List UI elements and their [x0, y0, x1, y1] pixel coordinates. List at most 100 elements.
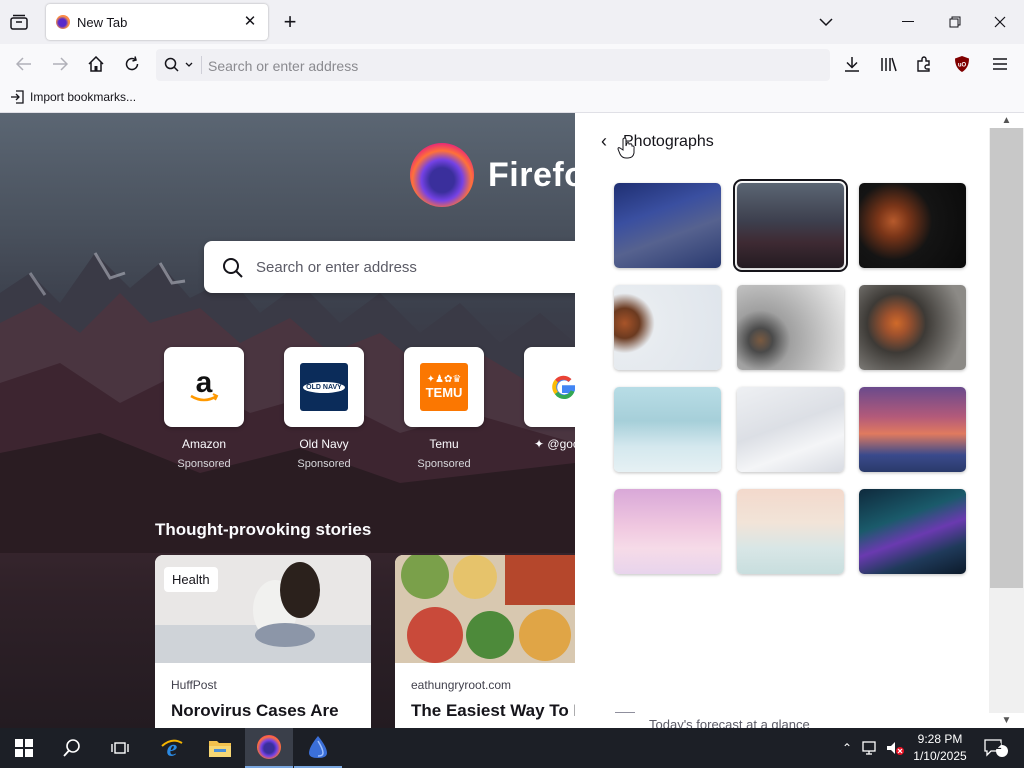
top-site-google[interactable]: ✦ @goo [524, 347, 575, 451]
extensions-puzzle-icon[interactable] [914, 54, 934, 74]
library-icon[interactable] [878, 54, 898, 74]
story-image [395, 555, 575, 663]
new-tab-plus-icon[interactable]: + [280, 9, 300, 34]
wallpaper-side-panel: ‹ Photographs Today's forecast at a glan… [575, 113, 989, 732]
back-chevron-icon[interactable]: ‹ [601, 131, 607, 152]
search-icon [223, 258, 243, 278]
address-bar[interactable]: Search or enter address [156, 49, 830, 81]
svg-text:e: e [167, 736, 178, 760]
tab-overview-icon[interactable] [8, 12, 30, 32]
new-tab-page: Firefox Search or enter address a Amazon… [0, 113, 575, 728]
taskbar-search-icon[interactable] [48, 728, 96, 768]
home-icon[interactable] [86, 54, 106, 74]
edge-browser-icon[interactable]: e [148, 728, 196, 768]
wallpaper-photo-10[interactable] [614, 489, 721, 574]
newtab-search-box[interactable]: Search or enter address [204, 241, 575, 293]
app-taskbar-icon[interactable] [294, 728, 342, 768]
downloads-icon[interactable] [842, 54, 862, 74]
import-bookmarks-button[interactable]: Import bookmarks... [10, 90, 136, 104]
show-hidden-icons-chevron-icon[interactable]: ⌃ [838, 728, 856, 768]
tab-bar: New Tab ✕ + [0, 0, 1024, 44]
maximize-icon[interactable] [945, 12, 965, 32]
old-navy-logo-icon: OLD NAVY [284, 347, 364, 427]
list-all-tabs-chevron-icon[interactable] [816, 12, 836, 32]
network-icon[interactable] [860, 728, 882, 768]
start-windows-icon[interactable] [0, 728, 48, 768]
tab-new-tab[interactable]: New Tab ✕ [46, 4, 268, 40]
tile-sponsored: Sponsored [297, 458, 351, 470]
firefox-logo: Firefox [410, 143, 575, 207]
temu-logo-icon: ✦♟✿♛ TEMU [404, 347, 484, 427]
tile-sponsored: Sponsored [177, 458, 231, 470]
tile-name: ✦ @goo [524, 437, 575, 451]
story-headline: Norovirus Cases Are [171, 701, 339, 720]
tile-name: Temu [429, 437, 459, 451]
wallpaper-photo-8[interactable] [737, 387, 844, 472]
firefox-favicon-icon [56, 15, 70, 29]
top-site-old-navy[interactable]: OLD NAVY Old Navy Sponsored [284, 347, 364, 470]
bookmarks-toolbar: Import bookmarks... [0, 84, 1024, 113]
wallpaper-photo-4[interactable] [614, 285, 721, 370]
clock-date: 1/10/2025 [913, 749, 967, 763]
forward-arrow-icon[interactable] [50, 54, 70, 74]
file-explorer-icon[interactable] [196, 728, 244, 768]
firefox-wordmark: Firefox [488, 155, 575, 194]
scroll-down-arrow-icon[interactable]: ▼ [989, 713, 1024, 728]
firefox-taskbar-icon[interactable] [245, 728, 293, 768]
mouse-cursor-icon [617, 137, 635, 159]
wallpaper-photo-9[interactable] [859, 387, 966, 472]
close-window-icon[interactable] [990, 12, 1010, 32]
taskbar-clock[interactable]: 9:28 PM 1/10/2025 [910, 731, 970, 765]
wallpaper-photo-2-selected[interactable] [733, 179, 848, 272]
top-site-amazon[interactable]: a Amazon Sponsored [164, 347, 244, 470]
app-menu-hamburger-icon[interactable] [990, 54, 1010, 74]
stories-heading: Thought-provoking stories [155, 520, 372, 539]
google-logo-icon [524, 347, 575, 427]
story-card[interactable]: eathungryroot.com The Easiest Way To Ea [395, 555, 575, 728]
notification-center-icon[interactable]: 2 [976, 728, 1016, 768]
svg-text:uO: uO [958, 63, 967, 69]
notification-count-badge: 2 [996, 741, 1002, 752]
pin-icon: ✦ [534, 437, 548, 451]
wallpaper-photo-5[interactable] [737, 285, 844, 370]
panel-scrollbar[interactable]: ▲ ▼ [989, 113, 1024, 728]
ublock-origin-shield-icon[interactable]: uO [952, 54, 972, 74]
wallpaper-photo-11[interactable] [737, 489, 844, 574]
wallpaper-photo-1[interactable] [614, 183, 721, 268]
firefox-logo-icon [410, 143, 474, 207]
story-source: HuffPost [171, 678, 217, 692]
story-card[interactable]: Health HuffPost Norovirus Cases Are [155, 555, 371, 728]
address-bar-placeholder: Search or enter address [208, 58, 359, 74]
minimize-icon[interactable] [898, 12, 918, 32]
story-headline: The Easiest Way To Ea [411, 701, 575, 720]
import-icon [11, 90, 24, 104]
tile-sponsored: Sponsored [417, 458, 471, 470]
volume-muted-icon[interactable] [884, 728, 906, 768]
search-icon[interactable] [164, 57, 194, 78]
close-tab-icon[interactable]: ✕ [240, 12, 260, 32]
windows-taskbar: e ⌃ 9:28 PM 1/10/2025 2 [0, 728, 1024, 768]
scroll-up-arrow-icon[interactable]: ▲ [989, 113, 1024, 128]
top-site-temu[interactable]: ✦♟✿♛ TEMU Temu Sponsored [404, 347, 484, 470]
wallpaper-photo-12[interactable] [859, 489, 966, 574]
newtab-search-placeholder: Search or enter address [256, 259, 417, 276]
wallpaper-photo-7[interactable] [614, 387, 721, 472]
scrollbar-thumb[interactable] [990, 128, 1023, 588]
navigation-toolbar: Search or enter address uO [0, 44, 1024, 84]
amazon-logo-icon: a [164, 347, 244, 427]
wallpaper-photo-3[interactable] [859, 183, 966, 268]
svg-text:a: a [196, 370, 213, 399]
story-category-tag: Health [164, 567, 218, 592]
temu-logo-text: TEMU [425, 385, 463, 400]
import-bookmarks-label: Import bookmarks... [30, 90, 137, 104]
task-view-icon[interactable] [96, 728, 144, 768]
urlbar-separator [201, 56, 202, 74]
firefox-icon [257, 735, 281, 759]
divider [615, 712, 635, 713]
wallpaper-photo-6[interactable] [859, 285, 966, 370]
tab-title: New Tab [77, 15, 128, 30]
back-arrow-icon[interactable] [14, 54, 34, 74]
panel-title: Photographs [623, 133, 714, 150]
reload-icon[interactable] [122, 54, 142, 74]
old-navy-logo-text: OLD NAVY [303, 381, 345, 393]
